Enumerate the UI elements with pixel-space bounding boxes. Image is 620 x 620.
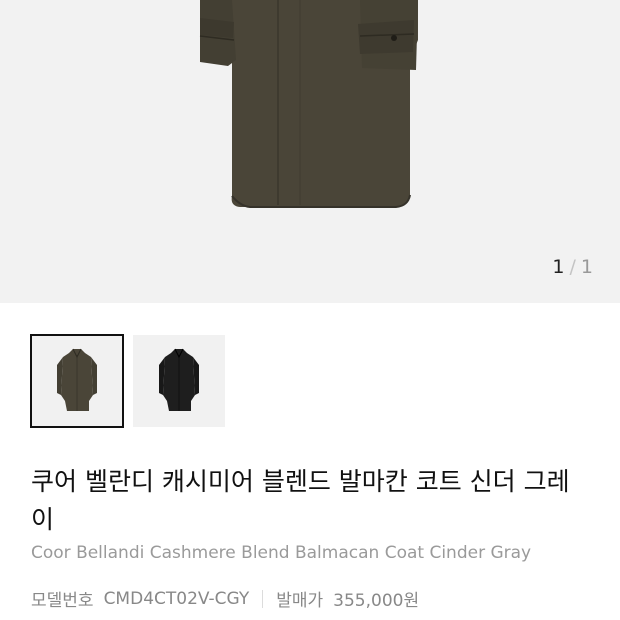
release-price-label: 발매가 [276, 591, 324, 611]
release-price-value: 355,000원 [333, 591, 420, 611]
product-subtitle: Coor Bellandi Cashmere Blend Balmacan Co… [31, 543, 532, 563]
image-counter-separator: / [569, 256, 577, 278]
thumbnail-olive-coat[interactable] [30, 334, 124, 428]
product-meta: 모델번호 CMD4CT02V-CGY 발매가 355,000원 [31, 586, 420, 612]
model-number-value: CMD4CT02V-CGY [103, 588, 250, 609]
model-number-label: 모델번호 [31, 591, 94, 611]
image-counter-total: 1 [580, 256, 594, 278]
image-counter-current: 1 [552, 256, 566, 278]
product-title: 쿠어 벨란디 캐시미어 블렌드 발마칸 코트 신더 그레이 [31, 467, 570, 534]
coat-photo [199, 0, 418, 208]
olive-coat-thumbnail [57, 348, 97, 411]
meta-divider [262, 589, 264, 608]
product-image-gallery[interactable]: 1/1 [0, 0, 620, 303]
image-counter: 1/1 [552, 256, 594, 278]
thumbnail-black-coat[interactable] [133, 335, 225, 427]
thumbnail-strip [30, 334, 225, 429]
black-coat-thumbnail [159, 348, 199, 411]
